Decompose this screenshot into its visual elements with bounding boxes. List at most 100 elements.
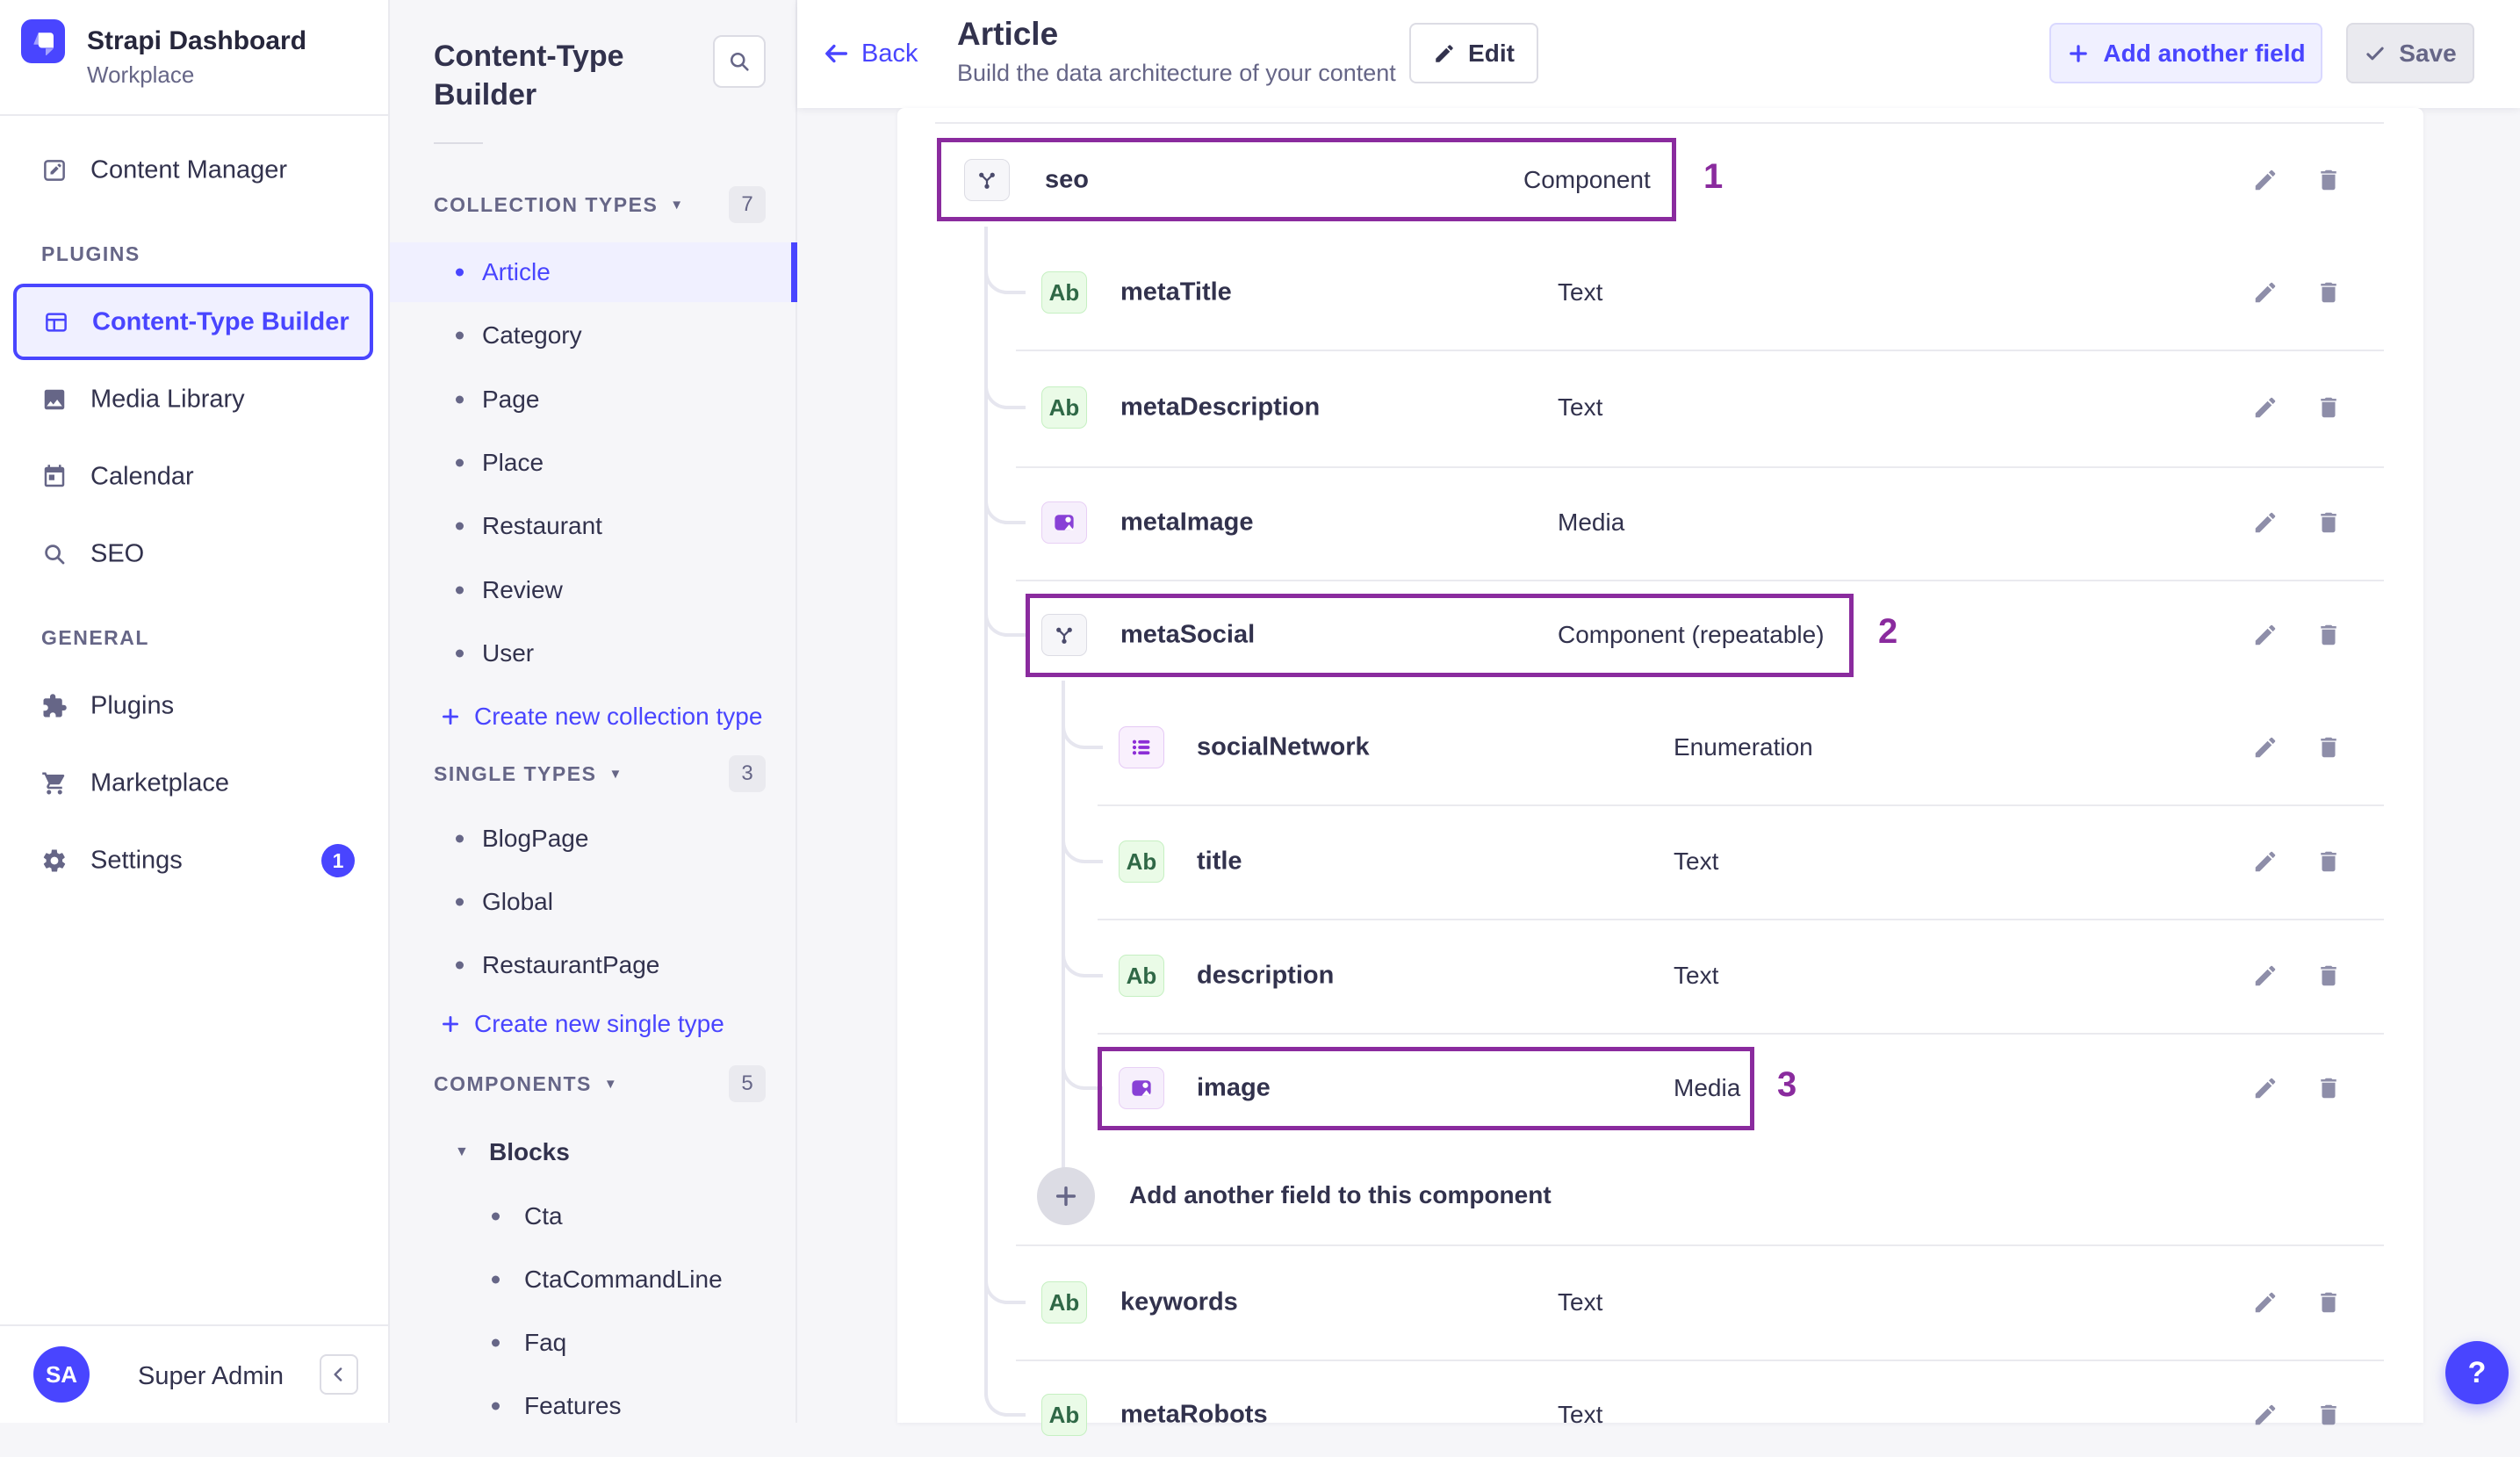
divider <box>0 114 390 116</box>
delete-field-button[interactable] <box>2309 616 2348 654</box>
sidebar-item-content-manager[interactable]: Content Manager <box>0 139 390 202</box>
field-row-metarobots: Ab metaRobots Text <box>897 1373 2423 1457</box>
edit-field-button[interactable] <box>2246 1069 2285 1107</box>
enum-icon <box>1119 726 1164 768</box>
section-header-single-types[interactable]: SINGLE TYPES ▼ <box>434 761 623 787</box>
sidebar-item-calendar[interactable]: Calendar <box>0 445 390 509</box>
sidebar-item-marketplace[interactable]: Marketplace <box>0 752 390 815</box>
section-count-badge: 3 <box>729 755 766 792</box>
sidebar-item-settings[interactable]: Settings 1 <box>0 829 390 892</box>
delete-field-button[interactable] <box>2309 842 2348 881</box>
sidebar-item-restaurant[interactable]: Restaurant <box>390 496 797 556</box>
sidebar-item-user[interactable]: User <box>390 624 797 683</box>
sidebar-item-global[interactable]: Global <box>390 872 797 932</box>
field-type: Text <box>1558 393 1603 421</box>
sidebar-item-category[interactable]: Category <box>390 306 797 365</box>
sidebar-item-seo[interactable]: SEO <box>0 523 390 586</box>
section-header-components[interactable]: COMPONENTS ▼ <box>434 1071 618 1097</box>
bullet-icon <box>456 834 464 843</box>
media-icon <box>1119 1067 1164 1109</box>
delete-field-button[interactable] <box>2309 161 2348 199</box>
edit-field-button[interactable] <box>2246 616 2285 654</box>
create-label: Create new collection type <box>474 703 763 730</box>
item-label: BlogPage <box>482 825 589 852</box>
edit-field-button[interactable] <box>2246 1283 2285 1322</box>
avatar[interactable]: SA <box>33 1346 90 1403</box>
sidebar-item-features[interactable]: Features <box>390 1376 797 1436</box>
back-button[interactable]: Back <box>821 33 918 74</box>
field-type: Component <box>1523 166 1651 193</box>
sidebar-item-label: Settings <box>90 846 183 875</box>
field-name: socialNetwork <box>1197 732 1370 761</box>
add-field-to-component-button[interactable] <box>1037 1167 1095 1225</box>
sidebar-item-blogpage[interactable]: BlogPage <box>390 809 797 869</box>
sidebar-item-media-library[interactable]: Media Library <box>0 368 390 431</box>
sidebar-item-cta[interactable]: Cta <box>390 1187 797 1246</box>
trash-icon <box>2315 734 2342 761</box>
trash-icon <box>2315 622 2342 648</box>
save-button[interactable]: Save <box>2346 23 2474 83</box>
text-icon: Ab <box>1041 271 1087 314</box>
field-row-socialnetwork: socialNetwork Enumeration <box>897 705 2423 790</box>
delete-field-button[interactable] <box>2309 273 2348 312</box>
sidebar-item-article[interactable]: Article <box>390 242 797 302</box>
create-new-create-new-collection-type[interactable]: Create new collection type <box>439 690 762 743</box>
field-list-card: seo Component Ab metaTitle Text Ab metaDescrip… <box>897 108 2423 1436</box>
edit-field-button[interactable] <box>2246 161 2285 199</box>
item-label: RestaurantPage <box>482 951 660 978</box>
chevron-down-icon: ▼ <box>455 1144 469 1159</box>
bullet-icon <box>456 458 464 467</box>
edit-field-button[interactable] <box>2246 273 2285 312</box>
plus-icon <box>2066 41 2091 66</box>
field-type: Media <box>1674 1074 1741 1101</box>
annotation-number: 2 <box>1878 612 1898 651</box>
pencil-icon <box>2252 394 2279 421</box>
builder-sidebar-title: Content-Type Builder <box>434 40 624 112</box>
edit-field-button[interactable] <box>2246 503 2285 542</box>
edit-field-button[interactable] <box>2246 1396 2285 1434</box>
search-icon <box>41 541 68 567</box>
edit-field-button[interactable] <box>2246 388 2285 427</box>
item-label: Global <box>482 888 553 915</box>
field-row-title: Ab title Text <box>897 819 2423 904</box>
back-label: Back <box>861 39 918 68</box>
sidebar-item-restaurantpage[interactable]: RestaurantPage <box>390 935 797 995</box>
bullet-icon <box>456 649 464 658</box>
search-icon <box>727 49 752 74</box>
pencil-icon <box>2252 848 2279 875</box>
delete-field-button[interactable] <box>2309 503 2348 542</box>
trash-icon <box>2315 1289 2342 1316</box>
search-button[interactable] <box>713 35 766 88</box>
sidebar-item-place[interactable]: Place <box>390 433 797 493</box>
edit-field-button[interactable] <box>2246 956 2285 995</box>
add-field-to-component-label[interactable]: Add another field to this component <box>1129 1181 1552 1209</box>
delete-field-button[interactable] <box>2309 1069 2348 1107</box>
sidebar-item-plugins[interactable]: Plugins <box>0 674 390 738</box>
page-header: Back Article Build the data architecture… <box>797 0 2520 108</box>
sidebar-item-label: Marketplace <box>90 768 229 797</box>
edit-field-button[interactable] <box>2246 728 2285 767</box>
component-group-blocks[interactable]: ▼ Blocks <box>390 1122 797 1182</box>
sidebar-item-content-type-builder[interactable]: Content-Type Builder <box>13 284 373 360</box>
add-another-field-button[interactable]: Add another field <box>2049 23 2322 83</box>
create-new-create-new-single-type[interactable]: Create new single type <box>439 998 724 1050</box>
delete-field-button[interactable] <box>2309 728 2348 767</box>
sidebar-item-page[interactable]: Page <box>390 370 797 429</box>
sidebar-item-ctacommandline[interactable]: CtaCommandLine <box>390 1250 797 1309</box>
section-header-collection-types[interactable]: COLLECTION TYPES ▼ <box>434 191 685 218</box>
delete-field-button[interactable] <box>2309 1283 2348 1322</box>
edit-field-button[interactable] <box>2246 842 2285 881</box>
delete-field-button[interactable] <box>2309 956 2348 995</box>
item-label: User <box>482 639 535 667</box>
sidebar-item-faq[interactable]: Faq <box>390 1313 797 1373</box>
delete-field-button[interactable] <box>2309 1396 2348 1434</box>
sidebar-item-review[interactable]: Review <box>390 560 797 620</box>
delete-field-button[interactable] <box>2309 388 2348 427</box>
collapse-sidebar-button[interactable] <box>320 1354 358 1395</box>
section-label: COLLECTION TYPES <box>434 192 659 216</box>
sidebar-item-label: Calendar <box>90 462 194 491</box>
annotation-number: 3 <box>1777 1065 1797 1104</box>
component-icon <box>964 159 1010 201</box>
help-button[interactable]: ? <box>2445 1341 2509 1404</box>
edit-button[interactable]: Edit <box>1409 23 1538 83</box>
